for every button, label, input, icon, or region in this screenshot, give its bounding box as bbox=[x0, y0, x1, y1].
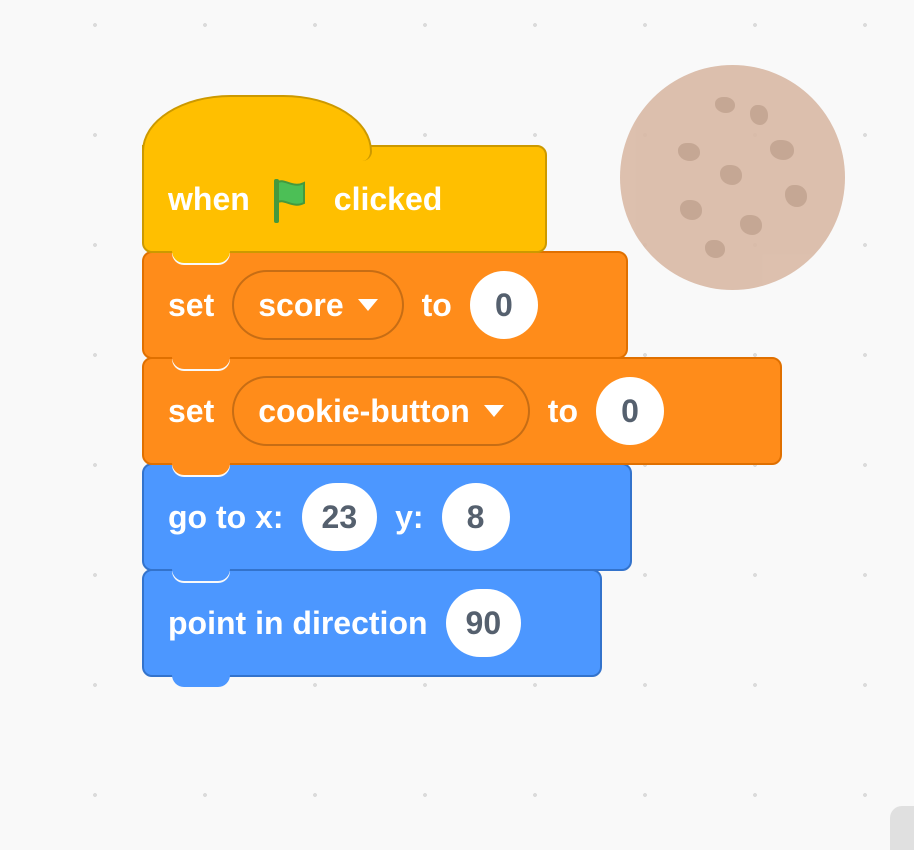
set-variable-block[interactable]: set score to 0 bbox=[142, 251, 628, 359]
point-direction-block[interactable]: point in direction 90 bbox=[142, 569, 602, 677]
block-label: set bbox=[168, 287, 214, 324]
green-flag-icon bbox=[268, 175, 316, 223]
direction-input[interactable]: 90 bbox=[446, 589, 522, 657]
hat-cap bbox=[142, 95, 372, 161]
when-flag-clicked-block[interactable]: when clicked bbox=[142, 145, 547, 253]
dropdown-value: cookie-button bbox=[258, 393, 470, 430]
hat-suffix: clicked bbox=[334, 181, 443, 218]
block-label: y: bbox=[395, 499, 423, 536]
chevron-down-icon bbox=[484, 405, 504, 417]
hat-prefix: when bbox=[168, 181, 250, 218]
cookie-chip bbox=[750, 105, 768, 125]
goto-xy-block[interactable]: go to x: 23 y: 8 bbox=[142, 463, 632, 571]
value-input[interactable]: 0 bbox=[596, 377, 664, 445]
scripts-area[interactable]: when clicked set score to 0 set cookie-b… bbox=[142, 145, 782, 677]
variable-dropdown[interactable]: cookie-button bbox=[232, 376, 530, 446]
y-input[interactable]: 8 bbox=[442, 483, 510, 551]
x-input[interactable]: 23 bbox=[302, 483, 378, 551]
block-label: set bbox=[168, 393, 214, 430]
variable-dropdown[interactable]: score bbox=[232, 270, 403, 340]
block-label: point in direction bbox=[168, 605, 428, 642]
value-input[interactable]: 0 bbox=[470, 271, 538, 339]
set-variable-block[interactable]: set cookie-button to 0 bbox=[142, 357, 782, 465]
dropdown-value: score bbox=[258, 287, 343, 324]
cookie-chip bbox=[715, 97, 735, 113]
block-label: to bbox=[422, 287, 452, 324]
scrollbar[interactable] bbox=[890, 806, 914, 850]
chevron-down-icon bbox=[358, 299, 378, 311]
cookie-chip bbox=[785, 185, 807, 207]
block-label: go to x: bbox=[168, 499, 284, 536]
block-label: to bbox=[548, 393, 578, 430]
